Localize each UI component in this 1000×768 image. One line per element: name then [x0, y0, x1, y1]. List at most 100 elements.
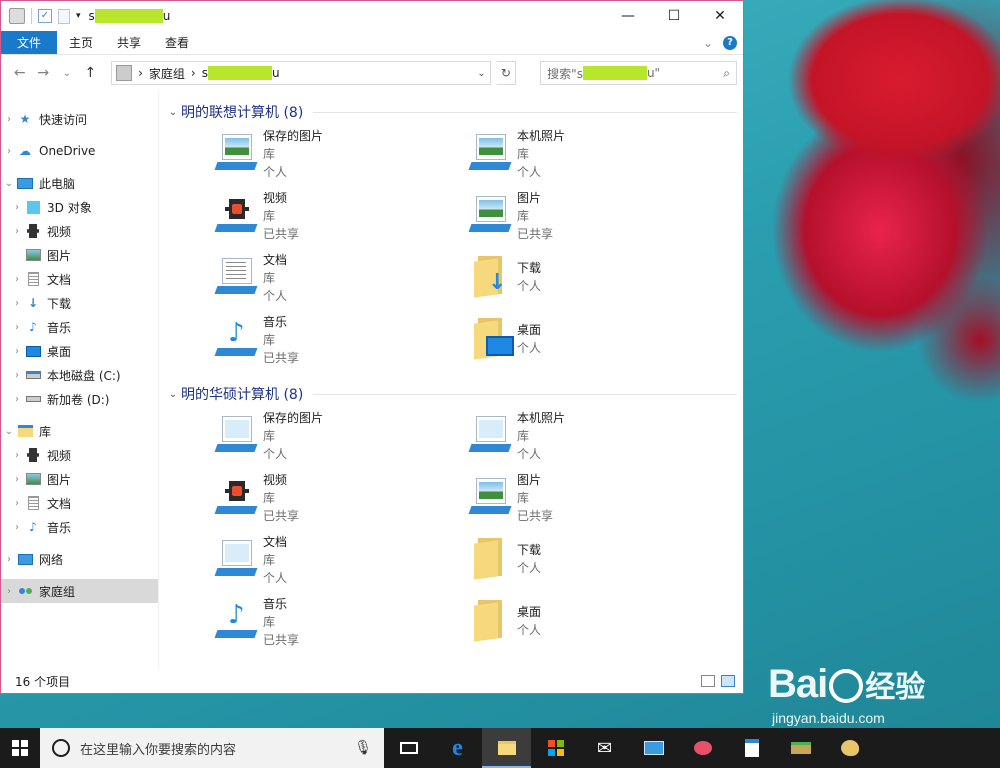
search-icon[interactable]: ⌕: [723, 66, 730, 81]
refresh-button[interactable]: ↻: [496, 61, 517, 85]
chevron-right-icon[interactable]: ›: [9, 394, 25, 405]
list-item[interactable]: 下载 个人: [467, 531, 721, 593]
list-item[interactable]: 桌面 个人: [467, 311, 721, 373]
group-header-lenovo[interactable]: ⌄ 明的联想计算机 (8): [165, 99, 743, 125]
sidebar-item-desktop[interactable]: › 桌面: [1, 339, 158, 363]
sidebar-item-this-pc[interactable]: ⌄ 此电脑: [1, 171, 158, 195]
forward-button[interactable]: →: [35, 65, 53, 81]
list-item[interactable]: ♪ 音乐库已共享: [213, 593, 467, 655]
list-item[interactable]: 图片库已共享: [467, 187, 721, 249]
list-item[interactable]: ↓ 下载 个人: [467, 249, 721, 311]
sidebar-item-music[interactable]: › ♪ 音乐: [1, 315, 158, 339]
sidebar-item-pictures[interactable]: 图片: [1, 243, 158, 267]
chevron-right-icon[interactable]: ›: [9, 274, 25, 285]
list-item[interactable]: 本机照片库个人: [467, 125, 721, 187]
close-button[interactable]: ✕: [697, 1, 743, 31]
large-icons-view-icon[interactable]: [721, 675, 735, 687]
microphone-icon[interactable]: 🎙: [354, 740, 372, 756]
tab-view[interactable]: 查看: [153, 31, 201, 54]
chevron-right-icon[interactable]: ›: [9, 322, 25, 333]
breadcrumb-user[interactable]: s u: [202, 66, 280, 80]
store-icon[interactable]: [531, 728, 580, 768]
chevron-right-icon[interactable]: ›: [9, 346, 25, 357]
sidebar-item-lib-videos[interactable]: › 视频: [1, 443, 158, 467]
list-item[interactable]: 视频库已共享: [213, 187, 467, 249]
tab-file[interactable]: 文件: [1, 31, 57, 54]
sidebar-item-lib-music[interactable]: › ♪ 音乐: [1, 515, 158, 539]
item-status: 个人: [263, 571, 288, 585]
chevron-right-icon[interactable]: ›: [1, 554, 17, 565]
tab-home[interactable]: 主页: [57, 31, 105, 54]
chevron-down-icon[interactable]: ⌄: [165, 107, 181, 118]
chevron-down-icon[interactable]: ⌄: [1, 178, 17, 189]
chevron-right-icon[interactable]: ›: [9, 202, 25, 213]
list-item[interactable]: 保存的图片库个人: [213, 407, 467, 469]
help-icon[interactable]: ?: [723, 35, 737, 50]
list-item[interactable]: 保存的图片库个人: [213, 125, 467, 187]
list-item[interactable]: 文档库个人: [213, 531, 467, 593]
sidebar-item-videos[interactable]: › 视频: [1, 219, 158, 243]
breadcrumb-homegroup[interactable]: 家庭组: [149, 65, 185, 82]
recent-locations-button[interactable]: ⌄: [58, 68, 76, 79]
customize-toolbar-icon[interactable]: ▾: [76, 11, 81, 21]
list-item[interactable]: 本机照片库个人: [467, 407, 721, 469]
start-button[interactable]: [0, 728, 40, 768]
address-bar[interactable]: › 家庭组 › s u ⌄: [111, 61, 491, 85]
sidebar-item-network[interactable]: › 网络: [1, 547, 158, 571]
chevron-down-icon[interactable]: ⌄: [165, 389, 181, 400]
chevron-right-icon[interactable]: ›: [9, 226, 25, 237]
control-panel-icon[interactable]: [629, 728, 678, 768]
chevron-right-icon[interactable]: ›: [1, 114, 17, 125]
chevron-right-icon[interactable]: ›: [9, 474, 25, 485]
wordpad-icon[interactable]: [727, 728, 776, 768]
paint-icon[interactable]: [678, 728, 727, 768]
sidebar-item-homegroup[interactable]: › 家庭组: [1, 579, 158, 603]
new-folder-icon[interactable]: [58, 8, 70, 24]
chevron-right-icon[interactable]: ›: [9, 298, 25, 309]
chevron-right-icon[interactable]: ›: [9, 498, 25, 509]
homegroup-avatar-icon[interactable]: [9, 8, 25, 24]
chevron-right-icon[interactable]: ›: [9, 370, 25, 381]
taskbar-search-box[interactable]: 在这里输入你要搜索的内容 🎙: [40, 728, 384, 768]
chevron-right-icon[interactable]: ›: [1, 146, 17, 157]
expand-ribbon-icon[interactable]: ⌄: [703, 36, 713, 50]
task-view-icon[interactable]: [384, 728, 433, 768]
sidebar-item-onedrive[interactable]: › ☁ OneDrive: [1, 139, 158, 163]
maximize-button[interactable]: ☐: [651, 1, 697, 31]
sidebar-item-quick-access[interactable]: › ★ 快速访问: [1, 107, 158, 131]
list-item[interactable]: ♪ 音乐库已共享: [213, 311, 467, 373]
tab-share[interactable]: 共享: [105, 31, 153, 54]
address-dropdown-icon[interactable]: ⌄: [477, 68, 485, 79]
details-view-icon[interactable]: [701, 675, 715, 687]
sidebar-item-libraries[interactable]: ⌄ 库: [1, 419, 158, 443]
chevron-right-icon[interactable]: ›: [9, 522, 25, 533]
list-item[interactable]: 视频库已共享: [213, 469, 467, 531]
sidebar-item-downloads[interactable]: › ↓ 下载: [1, 291, 158, 315]
file-explorer-icon[interactable]: [482, 728, 531, 768]
group-header-asus[interactable]: ⌄ 明的华硕计算机 (8): [165, 381, 743, 407]
list-item[interactable]: 图片库已共享: [467, 469, 721, 531]
breadcrumb-sep[interactable]: ›: [191, 66, 196, 80]
breadcrumb-sep[interactable]: ›: [138, 66, 143, 80]
search-input[interactable]: 搜索"s u" ⌕: [540, 61, 738, 85]
edge-icon[interactable]: e: [433, 728, 482, 768]
chevron-right-icon[interactable]: ›: [9, 450, 25, 461]
mail-icon[interactable]: ✉: [580, 728, 629, 768]
sidebar-item-drive-d[interactable]: › 新加卷 (D:): [1, 387, 158, 411]
sidebar-item-3d-objects[interactable]: › 3D 对象: [1, 195, 158, 219]
book-icon[interactable]: [776, 728, 825, 768]
sidebar-item-documents[interactable]: › 文档: [1, 267, 158, 291]
up-button[interactable]: ↑: [82, 65, 100, 81]
sidebar-item-lib-pictures[interactable]: › 图片: [1, 467, 158, 491]
back-button[interactable]: ←: [11, 65, 29, 81]
minimize-button[interactable]: —: [605, 1, 651, 31]
title-bar[interactable]: ✓ ▾ s u — ☐ ✕: [1, 1, 743, 31]
chevron-right-icon[interactable]: ›: [1, 586, 17, 597]
sidebar-item-drive-c[interactable]: › 本地磁盘 (C:): [1, 363, 158, 387]
properties-icon[interactable]: ✓: [38, 9, 52, 23]
list-item[interactable]: 桌面 个人: [467, 593, 721, 655]
sidebar-item-lib-documents[interactable]: › 文档: [1, 491, 158, 515]
list-item[interactable]: 文档库个人: [213, 249, 467, 311]
palette-icon[interactable]: [825, 728, 874, 768]
chevron-down-icon[interactable]: ⌄: [1, 426, 17, 437]
